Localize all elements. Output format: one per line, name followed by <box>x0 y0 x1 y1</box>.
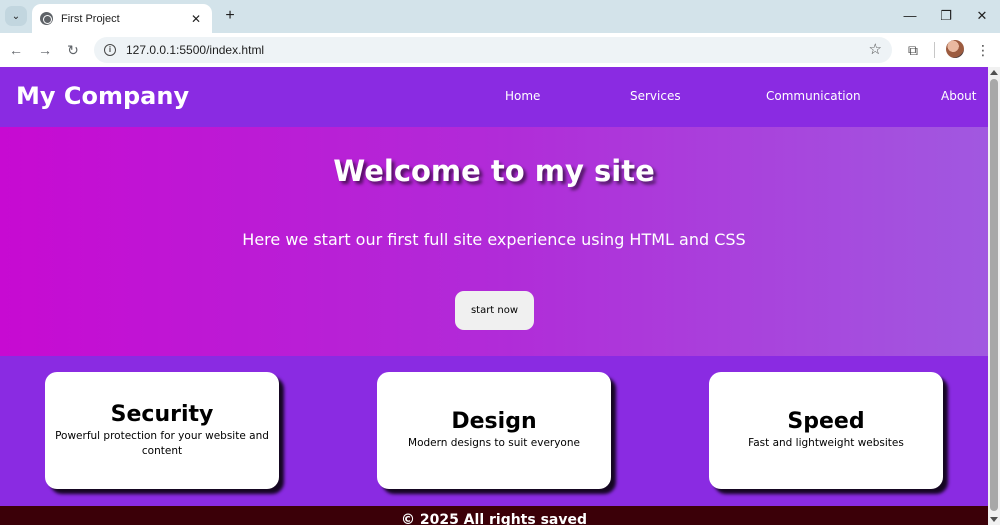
start-now-button[interactable]: start now <box>455 291 534 330</box>
nav-communication[interactable]: Communication <box>766 89 861 103</box>
browser-toolbar: ← → ↻ i 127.0.0.1:5500/index.html ☆ ⧉ ⋮ <box>0 33 1000 67</box>
browser-tabstrip: ⌄ First Project ✕ + — ❐ ✕ <box>0 0 1000 33</box>
card-text: Fast and lightweight websites <box>748 437 904 450</box>
back-arrow-icon[interactable]: ← <box>6 40 26 60</box>
minimize-button[interactable]: — <box>898 6 922 26</box>
site-footer: © 2025 All rights saved <box>0 506 988 525</box>
reload-icon[interactable]: ↻ <box>63 40 83 60</box>
close-window-button[interactable]: ✕ <box>970 6 994 26</box>
scroll-down-arrow-icon[interactable] <box>990 517 998 522</box>
card-title: Speed <box>787 409 865 435</box>
scroll-up-arrow-icon[interactable] <box>990 70 998 75</box>
star-icon[interactable]: ☆ <box>869 40 882 58</box>
card-text: Powerful protection for your website and… <box>55 429 269 457</box>
tab-title: First Project <box>61 12 120 25</box>
address-bar[interactable]: i 127.0.0.1:5500/index.html ☆ <box>94 37 892 63</box>
footer-copyright: © 2025 All rights saved <box>400 512 588 525</box>
restore-button[interactable]: ❐ <box>934 6 958 26</box>
info-icon[interactable]: i <box>104 44 116 56</box>
hero-section: Welcome to my site Here we start our fir… <box>0 127 988 356</box>
forward-arrow-icon[interactable]: → <box>35 40 55 60</box>
feature-card-speed: Speed Fast and lightweight websites <box>709 372 943 489</box>
page-scrollbar[interactable] <box>988 67 1000 525</box>
nav-services[interactable]: Services <box>630 89 681 103</box>
browser-tab[interactable]: First Project ✕ <box>32 4 212 33</box>
card-text: Modern designs to suit everyone <box>408 437 580 450</box>
extensions-icon[interactable]: ⧉ <box>903 40 923 60</box>
brand-logo[interactable]: My Company <box>16 82 189 110</box>
page-viewport: My Company Home Services Communication A… <box>0 67 988 525</box>
nav-home[interactable]: Home <box>505 89 540 103</box>
kebab-menu-icon[interactable]: ⋮ <box>973 40 993 60</box>
site-header: My Company Home Services Communication A… <box>0 67 988 127</box>
new-tab-button[interactable]: + <box>220 6 240 26</box>
nav-about[interactable]: About <box>941 89 976 103</box>
card-title: Security <box>110 401 214 427</box>
feature-card-design: Design Modern designs to suit everyone <box>377 372 611 489</box>
close-tab-icon[interactable]: ✕ <box>188 12 204 26</box>
url-text[interactable]: 127.0.0.1:5500/index.html <box>126 43 264 57</box>
profile-avatar[interactable] <box>946 40 964 58</box>
features-section: Security Powerful protection for your we… <box>0 356 988 506</box>
scroll-thumb[interactable] <box>990 79 998 511</box>
toolbar-separator <box>934 42 935 58</box>
hero-title: Welcome to my site <box>333 154 655 188</box>
globe-icon <box>40 12 53 25</box>
card-title: Design <box>451 409 537 435</box>
tab-search-icon[interactable]: ⌄ <box>5 6 27 26</box>
feature-card-security: Security Powerful protection for your we… <box>45 372 279 489</box>
hero-subtitle: Here we start our first full site experi… <box>242 230 746 249</box>
